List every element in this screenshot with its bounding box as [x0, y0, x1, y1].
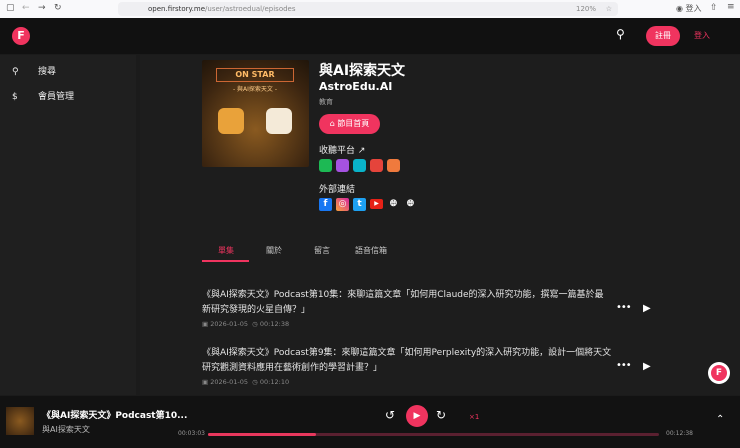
progress-fill — [208, 433, 317, 436]
more-options-button[interactable]: ••• — [616, 302, 632, 313]
play-button[interactable]: ▶ — [643, 303, 651, 314]
sidebar-toggle-icon[interactable]: ▢ — [6, 3, 15, 13]
sidebar-item-label: 會員管理 — [38, 92, 75, 102]
player-play-button[interactable]: ▶ — [406, 405, 428, 427]
kkbox-icon[interactable] — [353, 159, 366, 172]
audio-player: 《與AI探索天文》Podcast第10... 與AI探索天文 ↺ ▶ ↻ ×1 … — [0, 396, 740, 448]
rewind-15-icon[interactable]: ↺ — [385, 408, 395, 422]
instagram-icon[interactable]: ◎ — [336, 198, 349, 211]
signup-button[interactable]: 註冊 — [646, 26, 680, 46]
zoom-level[interactable]: 120% — [576, 2, 596, 16]
twitter-icon[interactable]: t — [353, 198, 366, 211]
show-cover: ON STAR - 與AI探索天文 - — [202, 60, 309, 167]
expand-chevron-icon[interactable]: ⌃ — [716, 414, 724, 425]
account-button[interactable]: ◉ 登入 — [676, 3, 702, 14]
calendar-icon: ▣ — [202, 378, 209, 386]
spotify-icon[interactable] — [319, 159, 332, 172]
cover-cat-white — [266, 108, 292, 134]
reload-icon[interactable]: ↻ — [54, 3, 62, 13]
episode-meta: ▣ 2026-01-05 ◷ 00:12:10 — [202, 378, 289, 386]
apple-podcasts-icon[interactable] — [336, 159, 349, 172]
active-tab-indicator — [202, 260, 249, 262]
episode-date: 2026-01-05 — [210, 320, 249, 328]
login-button[interactable]: 登入 — [694, 26, 710, 46]
tab-comments[interactable]: 留言 — [314, 245, 330, 256]
episode-title[interactable]: 《與AI探索天文》Podcast第9集：來聊這篇文章「如何用Perplexity… — [202, 346, 612, 376]
more-options-button[interactable]: ••• — [616, 360, 632, 371]
cover-subtitle: - 與AI探索天文 - — [232, 86, 278, 93]
clock-icon: ◷ — [252, 320, 258, 328]
player-episode-title[interactable]: 《與AI探索天文》Podcast第10... — [42, 408, 187, 421]
clock-icon: ◷ — [252, 378, 258, 386]
url-bar[interactable]: open.firstory.me/user/astroedual/episode… — [118, 2, 618, 16]
play-button[interactable]: ▶ — [643, 361, 651, 372]
website-icon[interactable]: 🌐︎ — [404, 198, 417, 211]
url-path: /user/astroedual/episodes — [205, 5, 296, 13]
show-author: AstroEdu.AI — [319, 80, 393, 93]
back-icon[interactable]: ← — [22, 3, 30, 13]
tab-about[interactable]: 關於 — [266, 245, 282, 256]
show-title: 與AI探索天文 — [319, 63, 406, 79]
player-thumbnail — [6, 407, 34, 435]
episode-meta: ▣ 2026-01-05 ◷ 00:12:38 — [202, 320, 289, 328]
current-time: 00:03:03 — [178, 430, 205, 437]
bookmark-star-icon[interactable]: ☆ — [606, 2, 612, 16]
forward-icon[interactable]: → — [38, 3, 46, 13]
facebook-icon[interactable]: f — [319, 198, 332, 211]
forward-15-icon[interactable]: ↻ — [436, 408, 446, 422]
top-nav: F ⚲ 註冊 登入 — [0, 18, 740, 54]
playback-speed[interactable]: ×1 — [469, 413, 479, 421]
extensions-icon[interactable]: ⇧ — [710, 3, 718, 13]
platforms-label: 收聽平台 ↗ — [319, 146, 366, 156]
firstory-logo[interactable]: F — [12, 27, 30, 45]
sidebar-item-membership[interactable]: $ 會員管理 — [12, 89, 74, 102]
home-button-label: 節目首頁 — [337, 119, 370, 128]
calendar-icon: ▣ — [202, 320, 209, 328]
cover-title: ON STAR — [216, 68, 294, 82]
sidebar-item-search[interactable]: ⚲ 搜尋 — [12, 64, 56, 77]
total-time: 00:12:38 — [666, 430, 693, 437]
external-links-label: 外部連結 — [319, 185, 356, 195]
account-label: 登入 — [685, 4, 702, 13]
episode-duration: 00:12:10 — [259, 378, 290, 386]
menu-icon[interactable]: ≡ — [727, 2, 735, 12]
url-host: open.firstory.me — [148, 5, 206, 13]
tab-episodes[interactable]: 單集 — [218, 245, 234, 256]
search-icon[interactable]: ⚲ — [616, 27, 625, 41]
player-show-name[interactable]: 與AI探索天文 — [42, 424, 90, 435]
episode-title[interactable]: 《與AI探索天文》Podcast第10集：來聊這篇文章「如何用Claude的深入… — [202, 288, 612, 318]
external-link-icon[interactable]: ↗ — [358, 146, 366, 156]
pocket-casts-icon[interactable] — [370, 159, 383, 172]
episode-duration: 00:12:38 — [259, 320, 290, 328]
cover-cat-orange — [218, 108, 244, 134]
dollar-icon: $ — [12, 92, 18, 102]
youtube-icon[interactable]: ▶ — [370, 199, 383, 209]
search-icon: ⚲ — [12, 67, 19, 77]
rss-icon[interactable] — [387, 159, 400, 172]
sidebar: ⚲ 搜尋 $ 會員管理 — [0, 55, 136, 395]
sidebar-item-label: 搜尋 — [38, 67, 57, 77]
show-category[interactable]: 教育 — [319, 97, 333, 107]
website-icon[interactable]: 🌐︎ — [387, 198, 400, 211]
browser-toolbar: ▢ ← → ↻ open.firstory.me/user/astroedual… — [0, 0, 740, 18]
firstory-logo-icon: F — [711, 365, 727, 381]
firstory-fab-button[interactable]: F — [708, 362, 730, 384]
episode-date: 2026-01-05 — [210, 378, 249, 386]
progress-slider[interactable] — [208, 433, 659, 436]
show-home-button[interactable]: ⌂ 節目首頁 — [319, 114, 380, 134]
tab-voicemail[interactable]: 語音信箱 — [355, 245, 387, 256]
